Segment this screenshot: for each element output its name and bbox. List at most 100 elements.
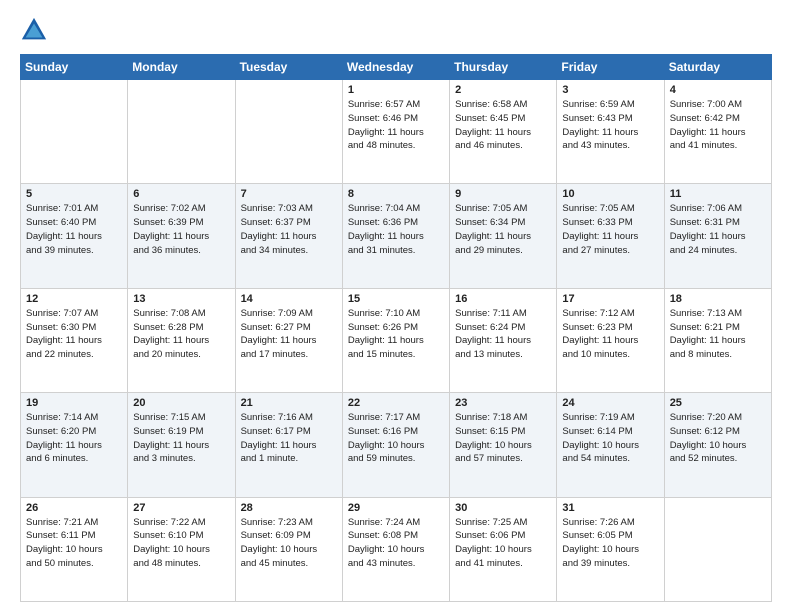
calendar-day-14: 14 Sunrise: 7:09 AM Sunset: 6:27 PM Dayli… xyxy=(235,288,342,392)
calendar-day-12: 12 Sunrise: 7:07 AM Sunset: 6:30 PM Dayli… xyxy=(21,288,128,392)
calendar-day-30: 30 Sunrise: 7:25 AM Sunset: 6:06 PM Dayli… xyxy=(450,497,557,601)
day-info: Sunrise: 7:00 AM Sunset: 6:42 PM Dayligh… xyxy=(670,98,766,153)
day-info: Sunrise: 7:12 AM Sunset: 6:23 PM Dayligh… xyxy=(562,307,658,362)
day-info: Sunrise: 7:18 AM Sunset: 6:15 PM Dayligh… xyxy=(455,411,551,466)
day-number: 31 xyxy=(562,502,658,514)
weekday-header-sunday: Sunday xyxy=(21,55,128,80)
day-info: Sunrise: 7:20 AM Sunset: 6:12 PM Dayligh… xyxy=(670,411,766,466)
calendar-day-5: 5 Sunrise: 7:01 AM Sunset: 6:40 PM Daylig… xyxy=(21,184,128,288)
calendar-day-2: 2 Sunrise: 6:58 AM Sunset: 6:45 PM Daylig… xyxy=(450,80,557,184)
day-info: Sunrise: 7:24 AM Sunset: 6:08 PM Dayligh… xyxy=(348,516,444,571)
calendar-day-18: 18 Sunrise: 7:13 AM Sunset: 6:21 PM Dayli… xyxy=(664,288,771,392)
day-number: 9 xyxy=(455,188,551,200)
calendar-day-15: 15 Sunrise: 7:10 AM Sunset: 6:26 PM Dayli… xyxy=(342,288,449,392)
calendar-day-empty xyxy=(128,80,235,184)
day-number: 24 xyxy=(562,397,658,409)
day-info: Sunrise: 7:14 AM Sunset: 6:20 PM Dayligh… xyxy=(26,411,122,466)
day-number: 14 xyxy=(241,293,337,305)
day-number: 2 xyxy=(455,84,551,96)
day-number: 19 xyxy=(26,397,122,409)
calendar-day-23: 23 Sunrise: 7:18 AM Sunset: 6:15 PM Dayli… xyxy=(450,393,557,497)
page: SundayMondayTuesdayWednesdayThursdayFrid… xyxy=(0,0,792,612)
day-number: 15 xyxy=(348,293,444,305)
calendar-day-empty xyxy=(235,80,342,184)
day-number: 25 xyxy=(670,397,766,409)
day-number: 16 xyxy=(455,293,551,305)
calendar-day-16: 16 Sunrise: 7:11 AM Sunset: 6:24 PM Dayli… xyxy=(450,288,557,392)
calendar-day-28: 28Sunrise: 7:23 AM Sunset: 6:09 PM Dayli… xyxy=(235,497,342,601)
day-info: Sunrise: 7:10 AM Sunset: 6:26 PM Dayligh… xyxy=(348,307,444,362)
day-number: 18 xyxy=(670,293,766,305)
day-info: Sunrise: 7:01 AM Sunset: 6:40 PM Dayligh… xyxy=(26,202,122,257)
day-info: Sunrise: 7:26 AM Sunset: 6:05 PM Dayligh… xyxy=(562,516,658,571)
day-number: 12 xyxy=(26,293,122,305)
day-number: 13 xyxy=(133,293,229,305)
calendar-day-10: 10Sunrise: 7:05 AM Sunset: 6:33 PM Dayli… xyxy=(557,184,664,288)
calendar-table: SundayMondayTuesdayWednesdayThursdayFrid… xyxy=(20,54,772,602)
day-info: Sunrise: 7:13 AM Sunset: 6:21 PM Dayligh… xyxy=(670,307,766,362)
day-number: 30 xyxy=(455,502,551,514)
day-number: 27 xyxy=(133,502,229,514)
day-number: 4 xyxy=(670,84,766,96)
day-number: 26 xyxy=(26,502,122,514)
calendar-day-13: 13 Sunrise: 7:08 AM Sunset: 6:28 PM Dayli… xyxy=(128,288,235,392)
logo xyxy=(20,16,52,44)
day-info: Sunrise: 7:23 AM Sunset: 6:09 PM Dayligh… xyxy=(241,516,337,571)
weekday-header-tuesday: Tuesday xyxy=(235,55,342,80)
day-number: 8 xyxy=(348,188,444,200)
calendar-week-row: 5 Sunrise: 7:01 AM Sunset: 6:40 PM Daylig… xyxy=(21,184,772,288)
day-info: Sunrise: 6:58 AM Sunset: 6:45 PM Dayligh… xyxy=(455,98,551,153)
header xyxy=(20,16,772,44)
day-number: 22 xyxy=(348,397,444,409)
day-number: 1 xyxy=(348,84,444,96)
day-info: Sunrise: 7:07 AM Sunset: 6:30 PM Dayligh… xyxy=(26,307,122,362)
calendar-day-17: 17 Sunrise: 7:12 AM Sunset: 6:23 PM Dayli… xyxy=(557,288,664,392)
calendar-day-25: 25 Sunrise: 7:20 AM Sunset: 6:12 PM Dayli… xyxy=(664,393,771,497)
day-number: 23 xyxy=(455,397,551,409)
day-info: Sunrise: 7:08 AM Sunset: 6:28 PM Dayligh… xyxy=(133,307,229,362)
calendar-day-7: 7 Sunrise: 7:03 AM Sunset: 6:37 PM Daylig… xyxy=(235,184,342,288)
day-number: 29 xyxy=(348,502,444,514)
calendar-day-4: 4 Sunrise: 7:00 AM Sunset: 6:42 PM Daylig… xyxy=(664,80,771,184)
day-info: Sunrise: 7:17 AM Sunset: 6:16 PM Dayligh… xyxy=(348,411,444,466)
calendar-day-9: 9 Sunrise: 7:05 AM Sunset: 6:34 PM Daylig… xyxy=(450,184,557,288)
day-number: 7 xyxy=(241,188,337,200)
day-info: Sunrise: 6:57 AM Sunset: 6:46 PM Dayligh… xyxy=(348,98,444,153)
calendar-day-21: 21 Sunrise: 7:16 AM Sunset: 6:17 PM Dayli… xyxy=(235,393,342,497)
day-number: 11 xyxy=(670,188,766,200)
day-number: 3 xyxy=(562,84,658,96)
day-number: 17 xyxy=(562,293,658,305)
calendar-day-26: 26Sunrise: 7:21 AM Sunset: 6:11 PM Dayli… xyxy=(21,497,128,601)
calendar-day-1: 1 Sunrise: 6:57 AM Sunset: 6:46 PM Daylig… xyxy=(342,80,449,184)
day-info: Sunrise: 7:11 AM Sunset: 6:24 PM Dayligh… xyxy=(455,307,551,362)
calendar-day-29: 29 Sunrise: 7:24 AM Sunset: 6:08 PM Dayli… xyxy=(342,497,449,601)
logo-icon xyxy=(20,16,48,44)
day-info: Sunrise: 7:19 AM Sunset: 6:14 PM Dayligh… xyxy=(562,411,658,466)
calendar-week-row: 1 Sunrise: 6:57 AM Sunset: 6:46 PM Daylig… xyxy=(21,80,772,184)
day-info: Sunrise: 7:05 AM Sunset: 6:34 PM Dayligh… xyxy=(455,202,551,257)
weekday-header-wednesday: Wednesday xyxy=(342,55,449,80)
weekday-header-friday: Friday xyxy=(557,55,664,80)
day-number: 21 xyxy=(241,397,337,409)
calendar-day-20: 20 Sunrise: 7:15 AM Sunset: 6:19 PM Dayli… xyxy=(128,393,235,497)
day-info: Sunrise: 7:15 AM Sunset: 6:19 PM Dayligh… xyxy=(133,411,229,466)
calendar-day-empty xyxy=(664,497,771,601)
calendar-day-31: 31 Sunrise: 7:26 AM Sunset: 6:05 PM Dayli… xyxy=(557,497,664,601)
day-info: Sunrise: 7:02 AM Sunset: 6:39 PM Dayligh… xyxy=(133,202,229,257)
calendar-week-row: 12 Sunrise: 7:07 AM Sunset: 6:30 PM Dayli… xyxy=(21,288,772,392)
calendar-day-11: 11Sunrise: 7:06 AM Sunset: 6:31 PM Dayli… xyxy=(664,184,771,288)
day-number: 20 xyxy=(133,397,229,409)
weekday-header-saturday: Saturday xyxy=(664,55,771,80)
day-info: Sunrise: 7:04 AM Sunset: 6:36 PM Dayligh… xyxy=(348,202,444,257)
calendar-day-19: 19 Sunrise: 7:14 AM Sunset: 6:20 PM Dayli… xyxy=(21,393,128,497)
calendar-week-row: 26Sunrise: 7:21 AM Sunset: 6:11 PM Dayli… xyxy=(21,497,772,601)
day-info: Sunrise: 6:59 AM Sunset: 6:43 PM Dayligh… xyxy=(562,98,658,153)
day-info: Sunrise: 7:03 AM Sunset: 6:37 PM Dayligh… xyxy=(241,202,337,257)
weekday-header-row: SundayMondayTuesdayWednesdayThursdayFrid… xyxy=(21,55,772,80)
day-info: Sunrise: 7:16 AM Sunset: 6:17 PM Dayligh… xyxy=(241,411,337,466)
day-number: 5 xyxy=(26,188,122,200)
day-info: Sunrise: 7:09 AM Sunset: 6:27 PM Dayligh… xyxy=(241,307,337,362)
calendar-day-27: 27Sunrise: 7:22 AM Sunset: 6:10 PM Dayli… xyxy=(128,497,235,601)
day-info: Sunrise: 7:25 AM Sunset: 6:06 PM Dayligh… xyxy=(455,516,551,571)
day-number: 6 xyxy=(133,188,229,200)
